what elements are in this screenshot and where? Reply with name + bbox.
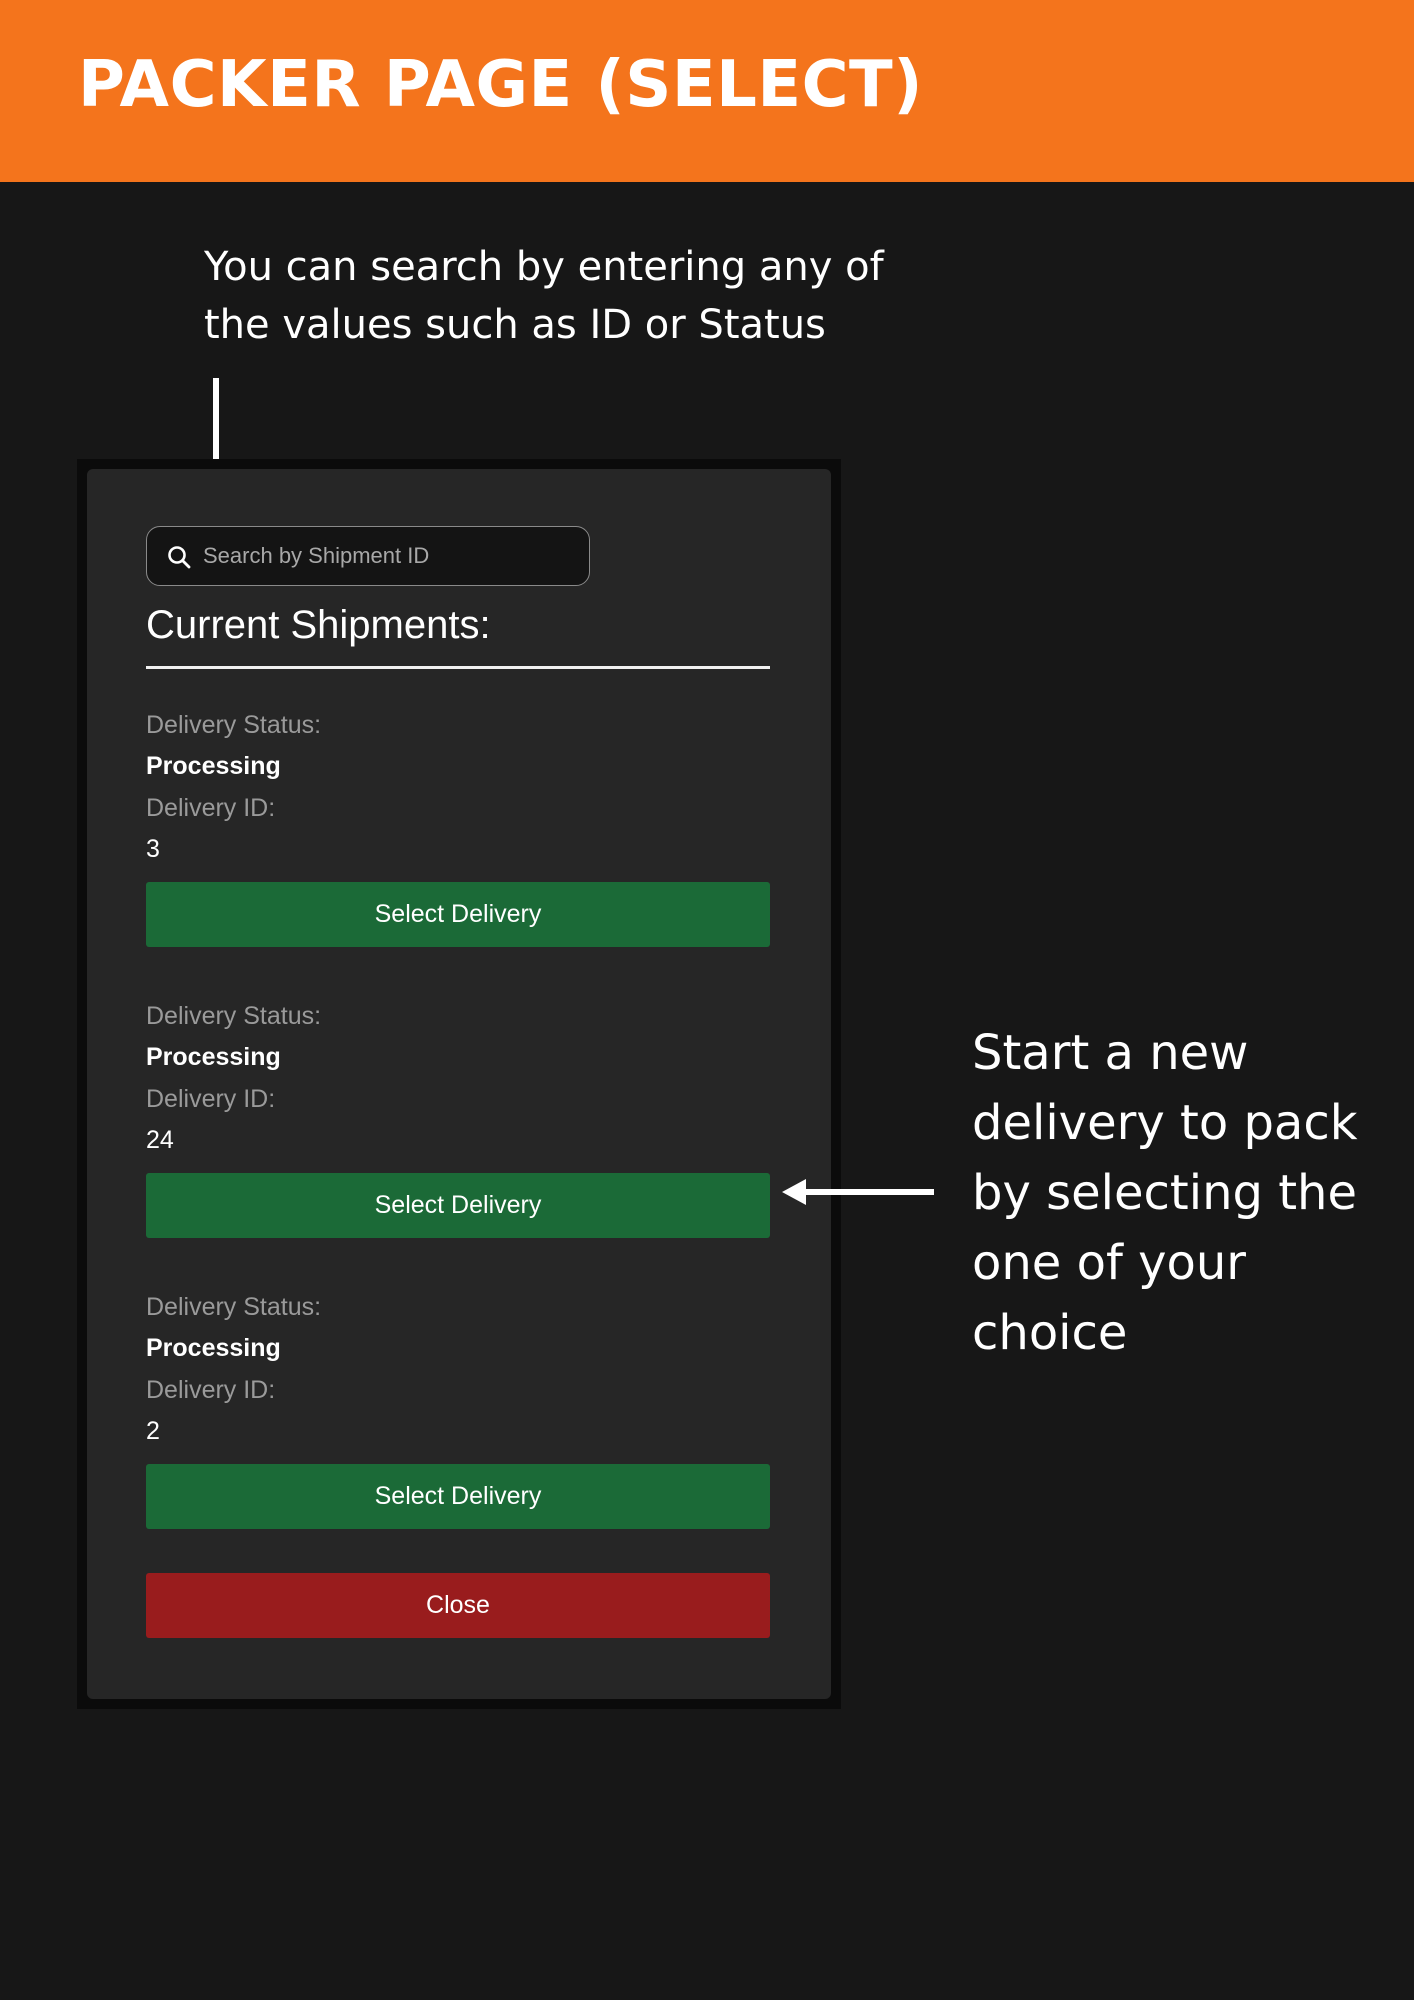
search-box[interactable] xyxy=(146,526,590,586)
delivery-status-label: Delivery Status: xyxy=(146,1293,322,1321)
section-title: Current Shipments: xyxy=(146,603,491,647)
delivery-id-label: Delivery ID: xyxy=(146,794,276,822)
shipments-panel: Current Shipments: Delivery Status: Proc… xyxy=(87,469,831,1699)
select-delivery-button[interactable]: Select Delivery xyxy=(146,882,770,947)
page-title: PACKER PAGE (SELECT) xyxy=(78,48,923,122)
delivery-id-label: Delivery ID: xyxy=(146,1085,276,1113)
close-button[interactable]: Close xyxy=(146,1573,770,1638)
delivery-id-value: 2 xyxy=(146,1417,160,1445)
delivery-status-value: Processing xyxy=(146,752,281,780)
select-delivery-button[interactable]: Select Delivery xyxy=(146,1173,770,1238)
delivery-id-value: 3 xyxy=(146,835,160,863)
delivery-id-value: 24 xyxy=(146,1126,174,1154)
page-header: PACKER PAGE (SELECT) xyxy=(0,0,1414,182)
delivery-status-label: Delivery Status: xyxy=(146,1002,322,1030)
arrow-left-icon xyxy=(782,1179,934,1205)
search-annotation: You can search by entering any of the va… xyxy=(204,244,884,348)
shipment-card: Delivery Status: Processing Delivery ID:… xyxy=(146,699,770,959)
delivery-status-value: Processing xyxy=(146,1334,281,1362)
shipment-card: Delivery Status: Processing Delivery ID:… xyxy=(146,990,770,1250)
search-icon xyxy=(168,546,191,569)
select-delivery-button[interactable]: Select Delivery xyxy=(146,1464,770,1529)
search-input[interactable] xyxy=(203,527,573,584)
app-window: Current Shipments: Delivery Status: Proc… xyxy=(77,459,841,1709)
title-divider xyxy=(146,666,770,669)
shipment-card: Delivery Status: Processing Delivery ID:… xyxy=(146,1281,770,1541)
delivery-id-label: Delivery ID: xyxy=(146,1376,276,1404)
select-annotation: Start a new delivery to pack by selectin… xyxy=(972,1025,1358,1361)
delivery-status-value: Processing xyxy=(146,1043,281,1071)
delivery-status-label: Delivery Status: xyxy=(146,711,322,739)
